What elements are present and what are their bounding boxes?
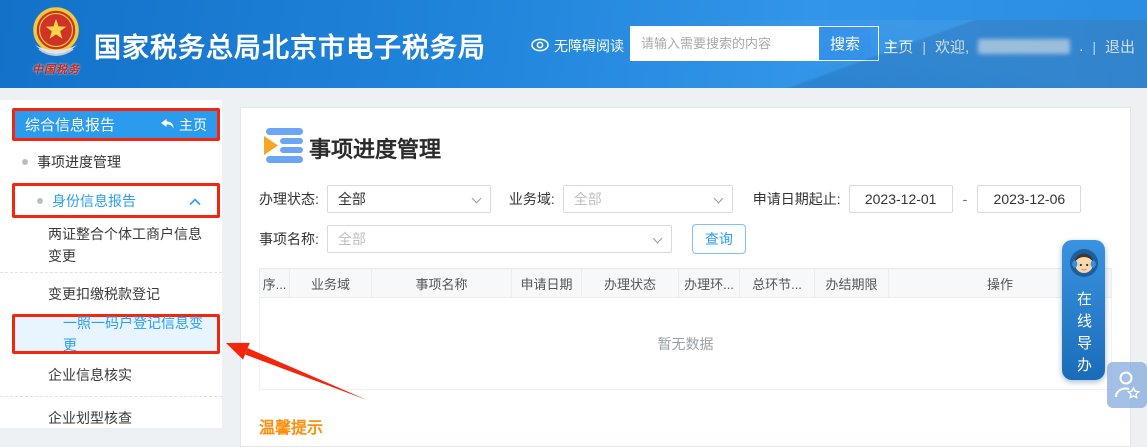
bullet-icon xyxy=(22,159,28,165)
chevron-up-icon xyxy=(189,193,201,209)
date-range-label: 申请日期起止: xyxy=(753,189,841,209)
home-link[interactable]: 主页 xyxy=(883,36,913,57)
site-title: 国家税务总局北京市电子税务局 xyxy=(94,26,486,65)
status-filter-label: 办理状态: xyxy=(259,189,319,209)
column-header-status: 办理状态 xyxy=(582,269,679,297)
page-title-list-icon xyxy=(259,124,307,171)
sidebar-header-title: 综合信息报告 xyxy=(25,114,115,135)
status-select[interactable]: 全部 xyxy=(327,185,491,213)
nav-separator: | xyxy=(1092,39,1096,55)
eye-icon xyxy=(531,38,549,55)
online-guide-widget[interactable]: 在线导办 xyxy=(1062,240,1105,380)
top-nav: 主页 | 欢迎, . | 退出 xyxy=(883,36,1135,57)
table-empty-body: 暂无数据 xyxy=(259,298,1112,390)
search-input[interactable] xyxy=(631,27,819,60)
annotation-box-one-license: 一照一码户登记信息变更 xyxy=(12,314,220,354)
column-header-deadline: 办结期限 xyxy=(815,269,889,297)
filter-bar: 办理状态: 全部 业务域: 全部 申请日期起止: 2023-12-01 - 20… xyxy=(259,185,1112,254)
service-avatar-icon xyxy=(1069,248,1099,283)
sidebar-item-progress[interactable]: 事项进度管理 xyxy=(0,141,222,183)
online-guide-label: 在线导办 xyxy=(1073,291,1094,379)
sidebar: 综合信息报告 主页 事项进度管理 身份信息报告 xyxy=(0,100,222,428)
item-name-filter-label: 事项名称: xyxy=(259,229,319,249)
sidebar-header[interactable]: 综合信息报告 主页 xyxy=(15,111,217,138)
sidebar-item-enterprise-verify[interactable]: 企业信息核实 xyxy=(0,354,222,396)
column-header-domain: 业务域 xyxy=(290,269,372,297)
accessibility-label: 无障碍阅读 xyxy=(554,36,624,56)
logo-caption: 中国税务 xyxy=(24,61,88,77)
date-to-input[interactable]: 2023-12-06 xyxy=(977,185,1081,213)
main-panel: 事项进度管理 办理状态: 全部 业务域: 全部 申请日期起止: 2023-12-… xyxy=(240,107,1131,447)
date-separator: - xyxy=(963,191,968,207)
domain-select[interactable]: 全部 xyxy=(563,185,733,213)
redacted-username xyxy=(978,39,1070,54)
welcome-suffix: . xyxy=(1079,38,1083,55)
sidebar-home-link[interactable]: 主页 xyxy=(160,115,207,135)
sidebar-item-two-cert-merge[interactable]: 两证整合个体工商户信息变更 xyxy=(0,218,222,272)
domain-filter-label: 业务域: xyxy=(509,189,555,209)
annotation-box-sidebar-header: 综合信息报告 主页 xyxy=(12,108,220,141)
logo: 中国税务 xyxy=(24,5,88,77)
chevron-down-icon xyxy=(652,234,662,244)
back-arrow-icon xyxy=(160,117,175,133)
page-title: 事项进度管理 xyxy=(309,132,441,164)
tips-heading: 温馨提示 xyxy=(259,414,1130,438)
sidebar-item-withholding-change[interactable]: 变更扣缴税款登记 xyxy=(0,272,222,314)
chevron-down-icon xyxy=(713,194,723,204)
sidebar-item-identity-report[interactable]: 身份信息报告 xyxy=(15,186,217,215)
empty-state-text: 暂无数据 xyxy=(658,334,714,354)
column-header-item-name: 事项名称 xyxy=(372,269,512,297)
app-header: 中国税务 国家税务总局北京市电子税务局 无障碍阅读 搜索 主页 | 欢迎, . … xyxy=(0,0,1147,88)
logout-link[interactable]: 退出 xyxy=(1105,36,1135,57)
nav-separator: | xyxy=(922,39,926,55)
date-from-input[interactable]: 2023-12-01 xyxy=(849,185,953,213)
welcome-label: 欢迎, xyxy=(935,36,969,57)
sidebar-item-enterprise-type-check[interactable]: 企业划型核查 xyxy=(0,396,222,438)
annotation-box-identity-report: 身份信息报告 xyxy=(12,183,220,218)
column-header-step: 办理环... xyxy=(679,269,740,297)
column-header-seq: 序... xyxy=(260,269,290,297)
column-header-total-steps: 总环节... xyxy=(740,269,815,297)
bullet-icon xyxy=(37,198,43,204)
item-name-select[interactable]: 全部 xyxy=(327,225,672,253)
chevron-down-icon xyxy=(471,194,481,204)
search-bar: 搜索 xyxy=(630,26,879,61)
sidebar-item-one-license-change[interactable]: 一照一码户登记信息变更 xyxy=(15,317,217,351)
column-header-apply-date: 申请日期 xyxy=(512,269,582,297)
accessibility-link[interactable]: 无障碍阅读 xyxy=(531,36,624,56)
search-button[interactable]: 搜索 xyxy=(819,27,871,60)
table-header-row: 序... 业务域 事项名称 申请日期 办理状态 办理环... 总环节... 办结… xyxy=(259,268,1112,298)
query-button[interactable]: 查询 xyxy=(692,224,746,254)
results-table: 序... 业务域 事项名称 申请日期 办理状态 办理环... 总环节... 办结… xyxy=(259,268,1112,390)
user-evaluation-icon[interactable] xyxy=(1107,362,1147,408)
